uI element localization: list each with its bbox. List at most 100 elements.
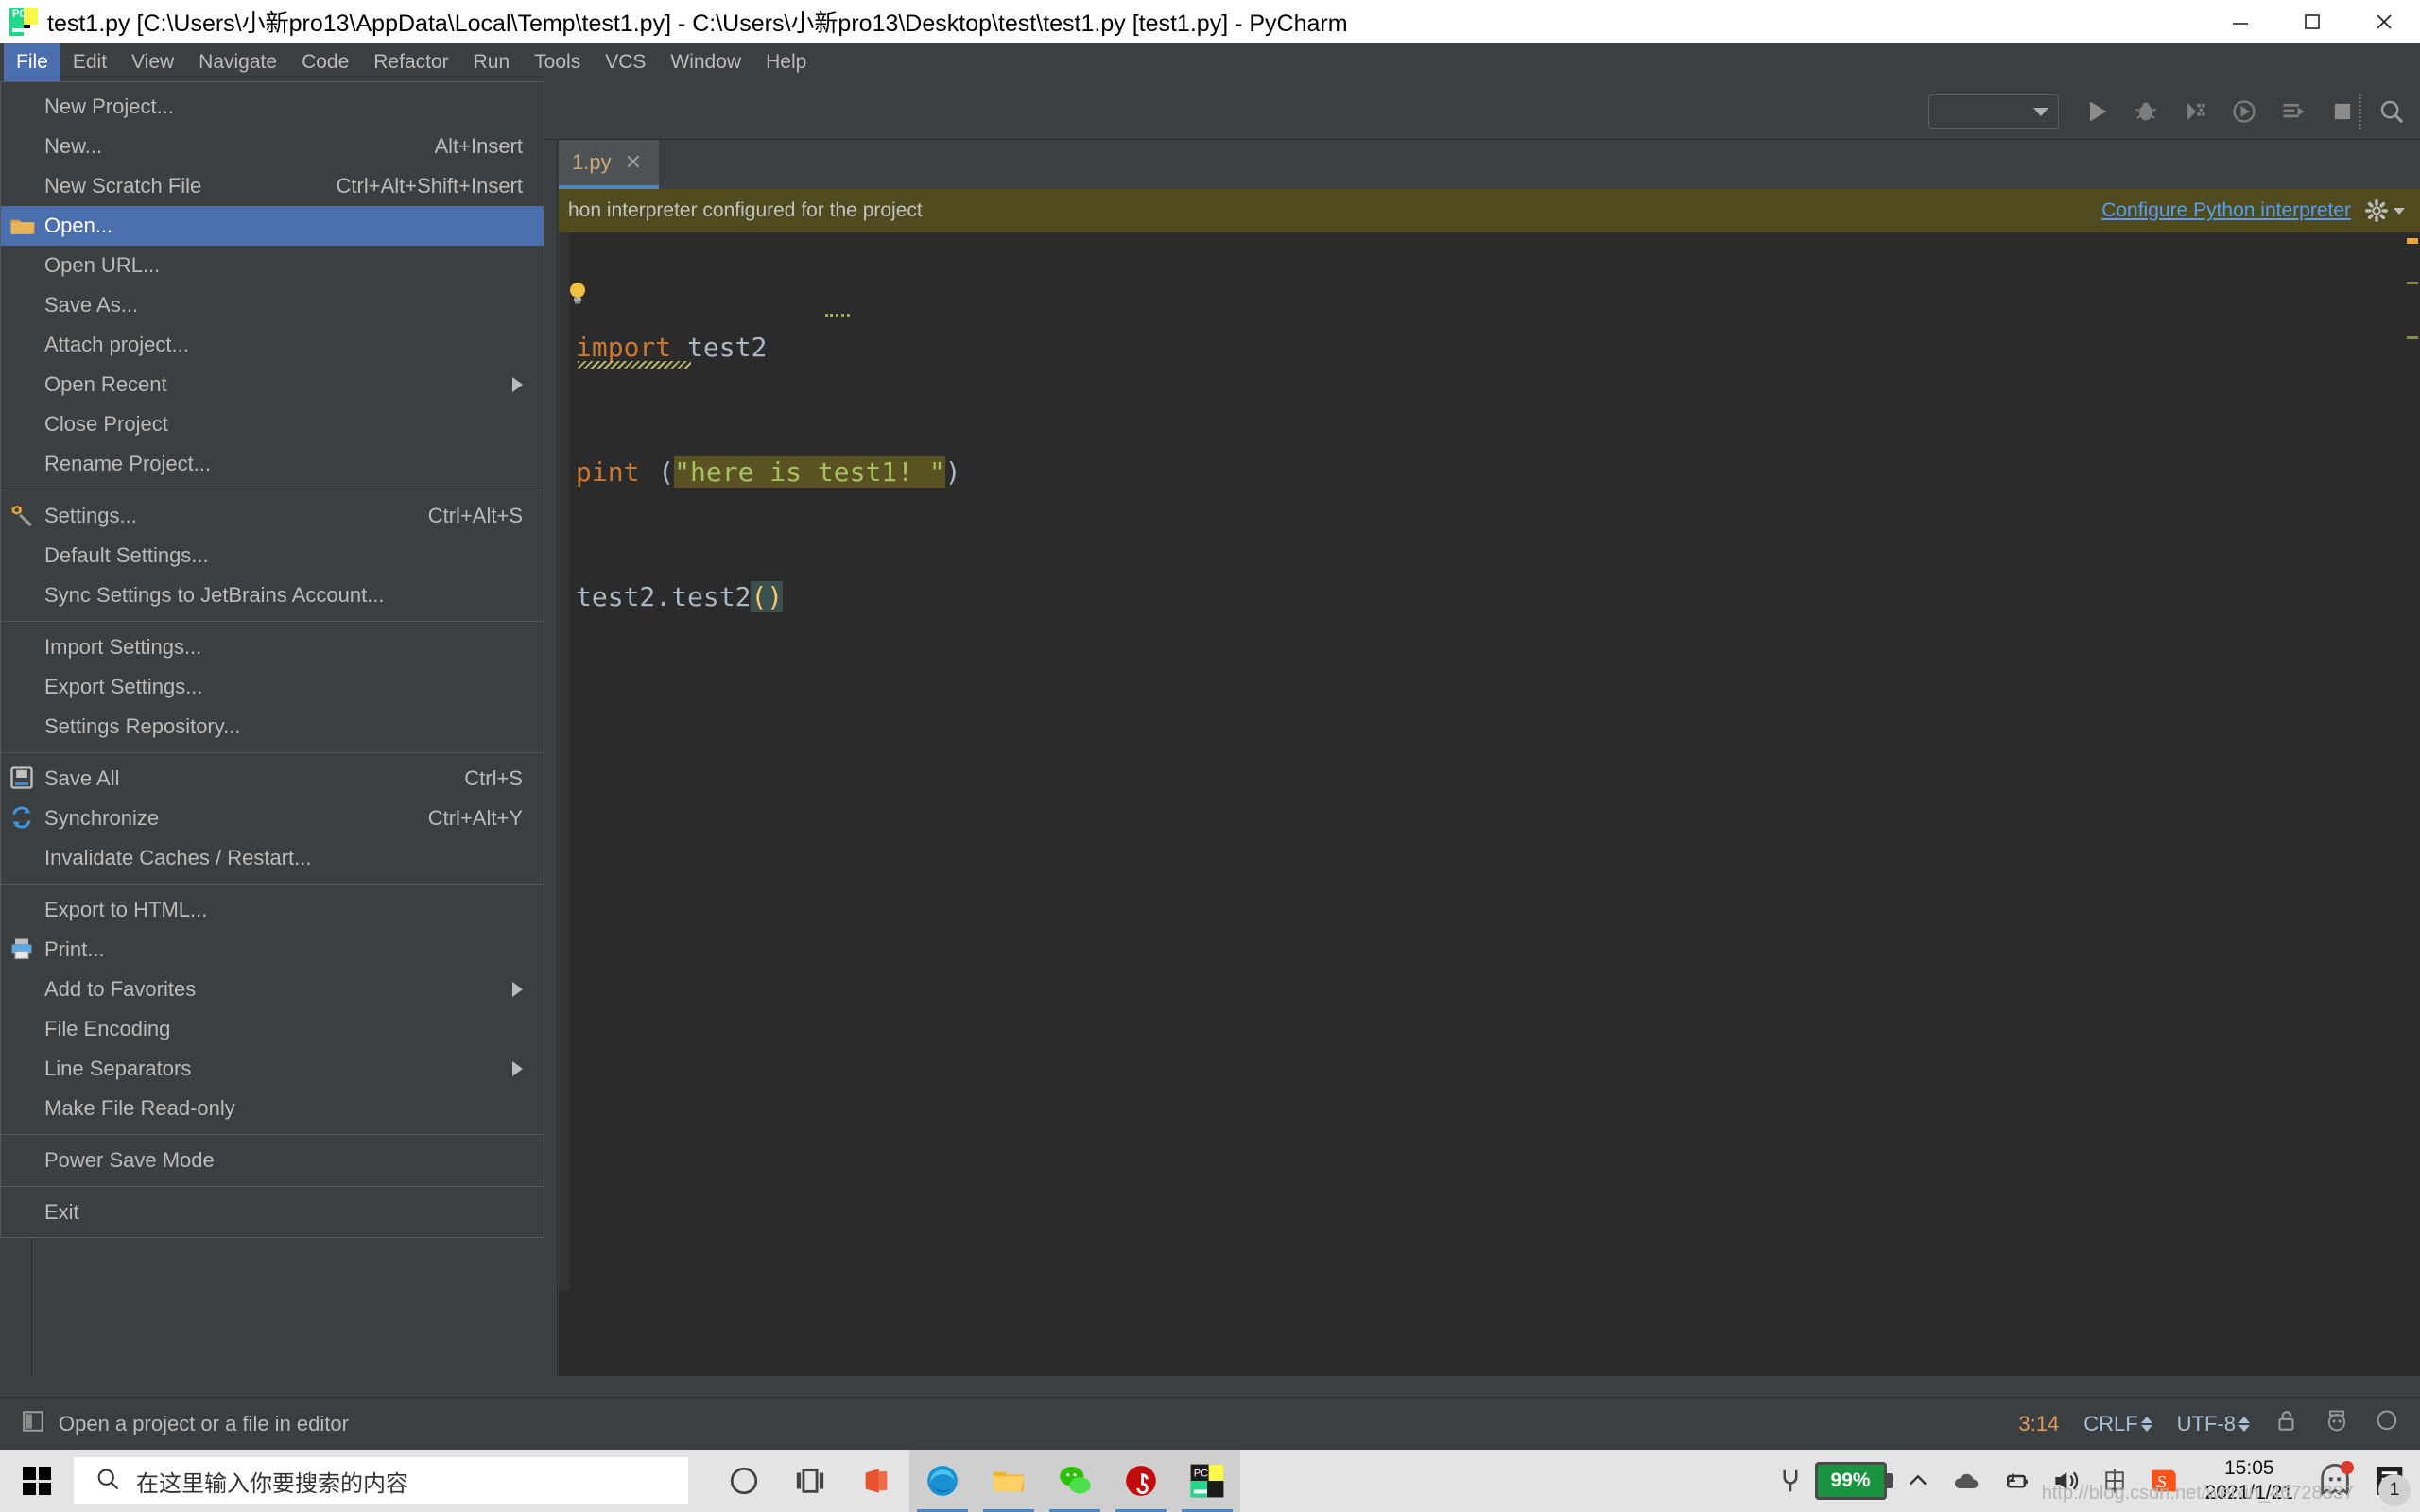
encoding-selector[interactable]: UTF-8 xyxy=(2177,1412,2250,1436)
editor-marker-panel[interactable] xyxy=(2405,232,2420,1291)
menu-navigate[interactable]: Navigate xyxy=(186,43,289,81)
menu-item-new-project[interactable]: New Project... xyxy=(1,87,544,127)
menu-item-close-project[interactable]: Close Project xyxy=(1,404,544,444)
editor-tab-test1[interactable]: 1.py ✕ xyxy=(559,140,659,189)
debug-bug-icon[interactable] xyxy=(2129,94,2163,129)
menu-file[interactable]: File xyxy=(4,43,60,81)
power-plug-icon[interactable] xyxy=(1766,1450,1815,1512)
function-name-part1: p xyxy=(576,456,592,488)
lock-icon[interactable] xyxy=(2274,1409,2299,1438)
file-menu-dropdown[interactable]: New Project... New... Alt+Insert New Scr… xyxy=(0,81,544,1238)
chevron-down-icon xyxy=(2394,208,2405,215)
menu-item-open-url[interactable]: Open URL... xyxy=(1,246,544,285)
menu-item-settings[interactable]: Settings... Ctrl+Alt+S xyxy=(1,496,544,536)
task-view-icon[interactable] xyxy=(777,1450,843,1512)
code-line-2: pint ("here is test1! ") xyxy=(576,452,961,493)
menu-item-default-settings[interactable]: Default Settings... xyxy=(1,536,544,576)
menu-separator xyxy=(1,1186,544,1187)
menu-item-attach-project[interactable]: Attach project... xyxy=(1,325,544,365)
menu-item-save-as[interactable]: Save As... xyxy=(1,285,544,325)
windows-start-icon[interactable] xyxy=(0,1450,74,1512)
search-everywhere-icon[interactable] xyxy=(2375,94,2409,129)
file-explorer-icon[interactable] xyxy=(976,1450,1042,1512)
pycharm-taskbar-icon[interactable]: PC xyxy=(1174,1450,1240,1512)
notification-message: hon interpreter configured for the proje… xyxy=(568,199,923,222)
menu-item-print[interactable]: Print... xyxy=(1,930,544,970)
menu-item-settings-repository[interactable]: Settings Repository... xyxy=(1,707,544,747)
menu-item-label: Sync Settings to JetBrains Account... xyxy=(44,583,385,608)
marker-info-1 xyxy=(2407,282,2418,284)
battery-indicator[interactable]: 99% xyxy=(1815,1462,1893,1500)
netease-music-icon[interactable] xyxy=(1108,1450,1174,1512)
menu-item-new-scratch-file[interactable]: New Scratch File Ctrl+Alt+Shift+Insert xyxy=(1,166,544,206)
taskbar-search-input[interactable]: 在这里输入你要搜索的内容 xyxy=(74,1457,688,1504)
folder-icon xyxy=(9,212,37,240)
menu-view[interactable]: View xyxy=(119,43,186,81)
marker-info-2 xyxy=(2407,336,2418,339)
profile-icon[interactable] xyxy=(2227,94,2261,129)
menu-item-import-settings[interactable]: Import Settings... xyxy=(1,627,544,667)
notification-actions: Configure Python interpreter xyxy=(2101,198,2405,223)
search-icon xyxy=(95,1466,121,1497)
action-center-icon[interactable]: 1 xyxy=(2360,1450,2420,1512)
menu-item-power-save-mode[interactable]: Power Save Mode xyxy=(1,1141,544,1180)
menu-item-label: Attach project... xyxy=(44,333,189,357)
battery-percent: 99% xyxy=(1831,1469,1871,1492)
menu-help-label: Help xyxy=(766,51,806,74)
menu-edit[interactable]: Edit xyxy=(60,43,119,81)
menu-item-open-recent[interactable]: Open Recent xyxy=(1,365,544,404)
cortana-circle-icon[interactable] xyxy=(711,1450,777,1512)
configure-python-interpreter-link[interactable]: Configure Python interpreter xyxy=(2101,199,2351,222)
menu-refactor[interactable]: Refactor xyxy=(361,43,460,81)
chevron-up-icon[interactable] xyxy=(1893,1450,1943,1512)
onedrive-cloud-icon[interactable] xyxy=(1943,1450,1992,1512)
run-configuration-selector[interactable] xyxy=(1928,94,2059,129)
run-icon[interactable] xyxy=(2080,94,2114,129)
menu-tools[interactable]: Tools xyxy=(522,43,593,81)
menu-item-make-file-read-only[interactable]: Make File Read-only xyxy=(1,1089,544,1128)
minimize-button[interactable] xyxy=(2204,0,2276,43)
close-icon[interactable]: ✕ xyxy=(625,150,642,175)
menu-item-line-separators[interactable]: Line Separators xyxy=(1,1049,544,1089)
stop-icon[interactable] xyxy=(2325,94,2360,129)
menu-run[interactable]: Run xyxy=(461,43,523,81)
menu-window[interactable]: Window xyxy=(658,43,753,81)
magnifier-icon[interactable] xyxy=(2375,1408,2401,1439)
menu-item-label: Invalidate Caches / Restart... xyxy=(44,846,311,870)
menu-item-rename-project[interactable]: Rename Project... xyxy=(1,444,544,484)
menu-item-sync-settings-jetbrains[interactable]: Sync Settings to JetBrains Account... xyxy=(1,576,544,615)
code-editor[interactable]: import test2 pint ("here is test1! ") te… xyxy=(559,232,2420,1291)
menu-code[interactable]: Code xyxy=(289,43,361,81)
menu-item-file-encoding[interactable]: File Encoding xyxy=(1,1009,544,1049)
gear-icon[interactable] xyxy=(2364,198,2405,223)
intention-bulb-icon[interactable] xyxy=(566,280,587,304)
menu-item-synchronize[interactable]: Synchronize Ctrl+Alt+Y xyxy=(1,799,544,838)
menu-item-save-all[interactable]: Save All Ctrl+S xyxy=(1,759,544,799)
menu-help[interactable]: Help xyxy=(753,43,819,81)
menu-item-export-to-html[interactable]: Export to HTML... xyxy=(1,890,544,930)
menu-item-export-settings[interactable]: Export Settings... xyxy=(1,667,544,707)
edge-browser-icon[interactable] xyxy=(909,1450,976,1512)
menu-item-open[interactable]: Open... xyxy=(1,206,544,246)
menu-item-exit[interactable]: Exit xyxy=(1,1193,544,1232)
chevron-down-icon xyxy=(2033,108,2048,116)
taskbar-apps: PC xyxy=(711,1450,1240,1512)
coverage-icon[interactable] xyxy=(2178,94,2212,129)
hector-inspector-icon[interactable] xyxy=(2324,1408,2350,1439)
battery-charging-icon[interactable] xyxy=(1992,1450,2041,1512)
pycharm-icon: PC xyxy=(9,8,38,36)
run-dashboard-icon[interactable] xyxy=(2276,94,2310,129)
wechat-icon[interactable] xyxy=(1042,1450,1108,1512)
menu-item-invalidate-caches-restart[interactable]: Invalidate Caches / Restart... xyxy=(1,838,544,878)
menu-item-shortcut: Alt+Insert xyxy=(434,134,523,159)
menu-item-new[interactable]: New... Alt+Insert xyxy=(1,127,544,166)
maximize-button[interactable] xyxy=(2276,0,2348,43)
caret-position[interactable]: 3:14 xyxy=(2018,1412,2059,1436)
office-icon[interactable] xyxy=(843,1450,909,1512)
menu-vcs[interactable]: VCS xyxy=(593,43,658,81)
line-separator-selector[interactable]: CRLF xyxy=(2083,1412,2152,1436)
close-button[interactable] xyxy=(2348,0,2420,43)
horizontal-scrollbar[interactable] xyxy=(559,1291,2420,1298)
menu-item-add-to-favorites[interactable]: Add to Favorites xyxy=(1,970,544,1009)
editor-tab-label: 1.py xyxy=(572,150,612,175)
